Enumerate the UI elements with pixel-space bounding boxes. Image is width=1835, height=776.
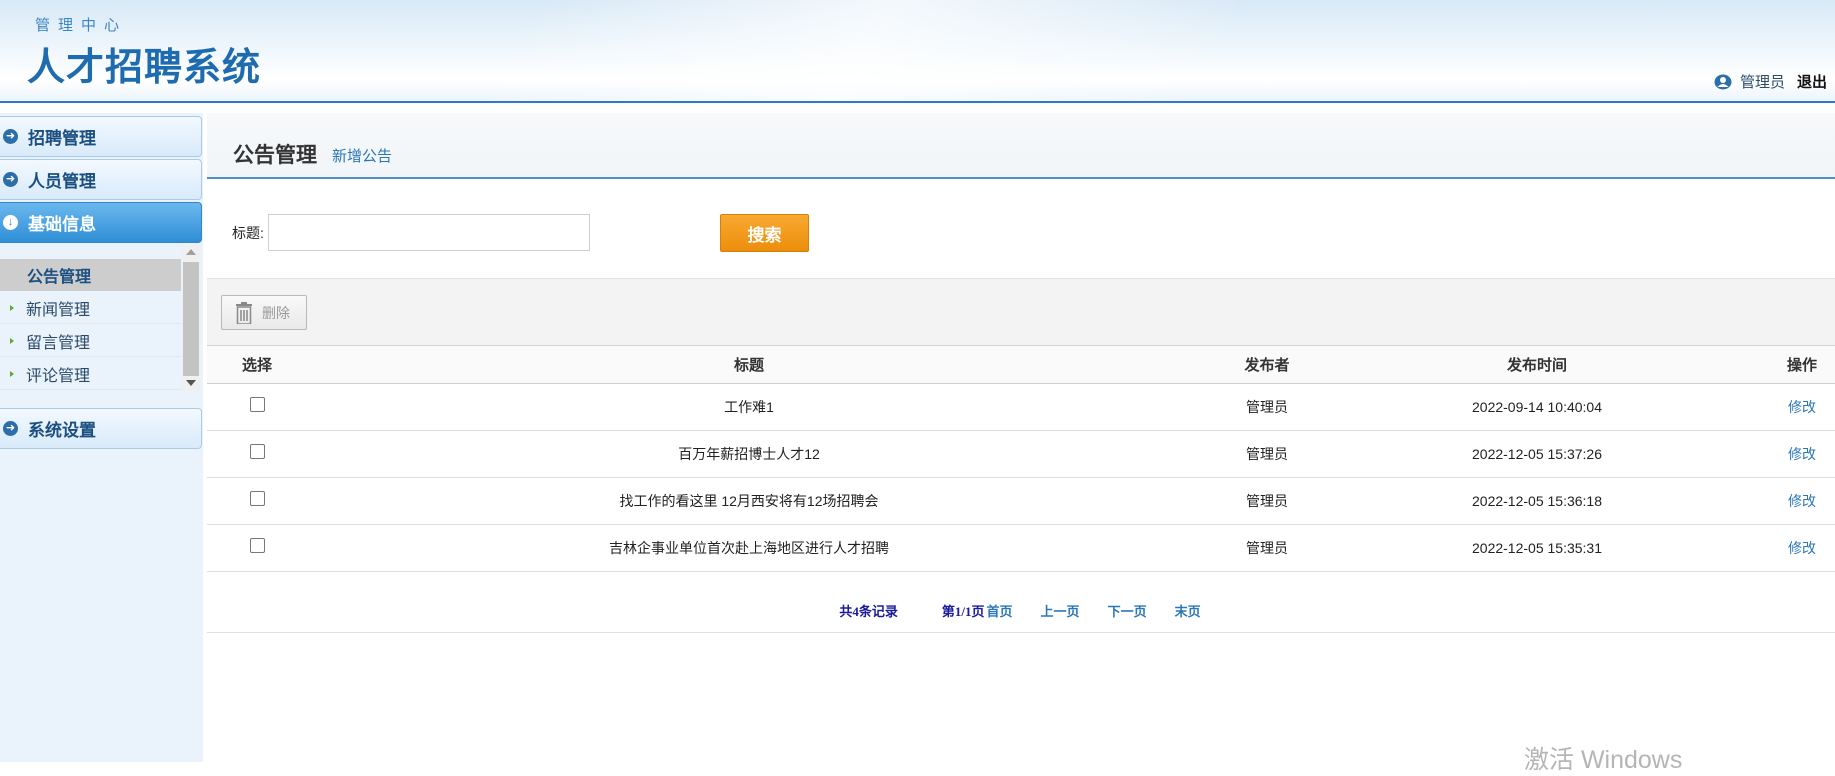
table-row: 百万年薪招博士人才12 管理员 2022-12-05 15:37:26 修改 — [207, 431, 1835, 478]
prev-page-link[interactable]: 上一页 — [1041, 601, 1080, 620]
row-checkbox[interactable] — [249, 396, 265, 412]
bullet-icon — [10, 370, 14, 377]
row-publisher: 管理员 — [1246, 446, 1288, 462]
row-title: 工作难1 — [724, 399, 774, 415]
row-title: 吉林企事业单位首次赴上海地区进行人才招聘 — [609, 540, 889, 556]
sidebar-group-recruitment[interactable]: ➜ 招聘管理 — [0, 116, 202, 157]
sidebar-group-settings[interactable]: ➜ 系统设置 — [0, 408, 202, 449]
search-bar: 标题: 搜索 — [207, 179, 1835, 278]
row-publisher: 管理员 — [1246, 540, 1288, 556]
app-title: 人才招聘系统 — [27, 47, 262, 89]
row-time: 2022-09-14 10:40:04 — [1472, 399, 1602, 415]
row-time: 2022-12-05 15:35:31 — [1472, 540, 1602, 556]
row-time: 2022-12-05 15:36:18 — [1472, 493, 1602, 509]
user-icon — [1714, 74, 1732, 89]
row-checkbox[interactable] — [249, 443, 265, 459]
table-row: 工作难1 管理员 2022-09-14 10:40:04 修改 — [207, 384, 1835, 431]
col-header-title: 标题 — [733, 357, 764, 374]
arrow-right-icon: ➜ — [3, 172, 18, 187]
arrow-right-icon: ➜ — [3, 129, 18, 144]
scroll-thumb[interactable] — [183, 262, 199, 376]
add-announcement-link[interactable]: 新增公告 — [332, 145, 392, 166]
row-checkbox[interactable] — [249, 490, 265, 506]
title-search-input[interactable] — [268, 214, 590, 251]
bullet-icon — [10, 304, 14, 311]
page-indicator: 第1/1页 — [941, 603, 985, 619]
edit-link[interactable]: 修改 — [1777, 525, 1827, 571]
top-header: 管理中心 人才招聘系统 管理员 退出 — [0, 0, 1835, 103]
table-row: 找工作的看这里 12月西安将有12场招聘会 管理员 2022-12-05 15:… — [207, 478, 1835, 525]
search-label: 标题: — [232, 225, 264, 241]
sidebar-item-announcements[interactable]: 公告管理 — [0, 259, 181, 291]
announcement-table: 选择 标题 发布者 发布时间 操作 工作难1 管理员 2022-09-14 10… — [207, 346, 1835, 572]
sidebar-group-personnel[interactable]: ➜ 人员管理 — [0, 159, 202, 200]
sidebar-item-news[interactable]: 新闻管理 — [0, 292, 181, 324]
table-row: 吉林企事业单位首次赴上海地区进行人才招聘 管理员 2022-12-05 15:3… — [207, 525, 1835, 572]
header-subtitle: 管理中心 — [35, 17, 128, 34]
arrow-down-icon: ↓ — [3, 215, 18, 230]
pagination: 共4条记录 第1/1页 首页 上一页 下一页 末页 — [207, 588, 1835, 633]
last-page-link[interactable]: 末页 — [1175, 601, 1201, 620]
row-time: 2022-12-05 15:37:26 — [1472, 446, 1602, 462]
scroll-down-icon[interactable] — [186, 380, 196, 386]
sidebar: ➜ 招聘管理 ➜ 人员管理 ↓ 基础信息 公告管理 新闻管理 留言管理 评论管理 — [0, 113, 203, 762]
col-header-action: 操作 — [1786, 357, 1817, 374]
windows-activation-watermark: 激活 Windows — [1524, 746, 1683, 774]
next-page-link[interactable]: 下一页 — [1108, 601, 1147, 620]
submenu-basic-info: 公告管理 新闻管理 留言管理 评论管理 — [0, 245, 203, 391]
table-header-row: 选择 标题 发布者 发布时间 操作 — [207, 346, 1835, 384]
search-button[interactable]: 搜索 — [720, 214, 809, 252]
logout-link[interactable]: 退出 — [1797, 71, 1827, 92]
edit-link[interactable]: 修改 — [1777, 478, 1827, 524]
submenu-scrollbar[interactable] — [182, 245, 200, 391]
sidebar-group-basic-info[interactable]: ↓ 基础信息 — [0, 202, 202, 243]
scroll-up-icon[interactable] — [186, 249, 196, 255]
col-header-select: 选择 — [241, 357, 272, 374]
trash-icon — [236, 301, 252, 324]
edit-link[interactable]: 修改 — [1777, 431, 1827, 477]
row-checkbox[interactable] — [249, 537, 265, 553]
bullet-icon — [10, 337, 14, 344]
col-header-publisher: 发布者 — [1244, 357, 1290, 374]
delete-button[interactable]: 删除 — [221, 295, 307, 330]
sidebar-item-messages[interactable]: 留言管理 — [0, 325, 181, 357]
main-content: 公告管理 新增公告 标题: 搜索 删除 选择 标题 发布者 发布时间 操作 工作… — [207, 113, 1835, 762]
first-page-link[interactable]: 首页 — [987, 601, 1013, 620]
col-header-time: 发布时间 — [1506, 357, 1567, 374]
table-toolbar: 删除 — [207, 278, 1835, 346]
row-title: 百万年薪招博士人才12 — [678, 446, 820, 462]
user-area: 管理员 退出 — [1714, 71, 1827, 92]
row-publisher: 管理员 — [1246, 493, 1288, 509]
row-title: 找工作的看这里 12月西安将有12场招聘会 — [619, 493, 879, 509]
user-name: 管理员 — [1739, 74, 1785, 91]
arrow-right-icon: ➜ — [3, 421, 18, 436]
row-publisher: 管理员 — [1246, 399, 1288, 415]
sidebar-item-comments[interactable]: 评论管理 — [0, 358, 181, 390]
page-header: 公告管理 新增公告 — [207, 113, 1835, 179]
record-count: 共4条记录 — [839, 603, 898, 619]
edit-link[interactable]: 修改 — [1777, 384, 1827, 430]
page-title: 公告管理 — [233, 144, 317, 167]
